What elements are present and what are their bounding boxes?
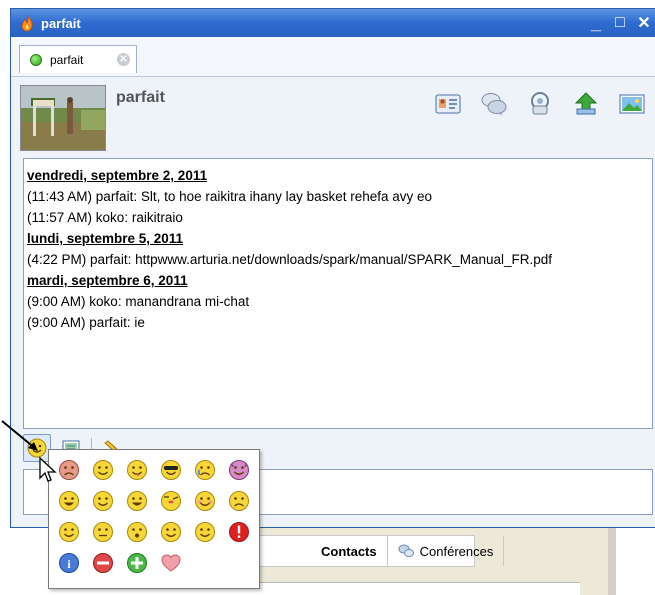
title-bar[interactable]: parfait _ □ ✕ — [11, 9, 655, 37]
message-text: ie — [134, 315, 145, 330]
blush-emoticon[interactable] — [193, 489, 217, 513]
contacts-window-edge — [608, 525, 616, 595]
alert-emoticon[interactable] — [227, 520, 251, 544]
message-sender: koko: — [95, 210, 129, 225]
chat-message: (4:22 PM) parfait: httpwww.arturia.net/d… — [27, 249, 649, 270]
send-file-icon[interactable] — [571, 90, 601, 118]
message-text: Slt, to hoe raikitra ihany lay basket re… — [140, 189, 433, 204]
screen: Contacts Conférences parfait _ □ ✕ parfa… — [0, 0, 655, 595]
message-time: (9:00 AM) — [27, 294, 86, 309]
close-button[interactable]: ✕ — [634, 13, 654, 33]
message-time: (11:57 AM) — [27, 210, 93, 225]
message-text: raikitraio — [131, 210, 183, 225]
window-title: parfait — [41, 15, 81, 31]
message-time: (4:22 PM) — [27, 252, 87, 267]
grin-emoticon[interactable] — [57, 489, 81, 513]
cry-emoticon[interactable] — [193, 458, 217, 482]
date-heading: mardi, septembre 6, 2011 — [27, 273, 188, 288]
chat-transcript[interactable]: vendredi, septembre 2, 2011 (11:43 AM) p… — [23, 158, 653, 429]
tab-parfait[interactable]: parfait ✕ — [19, 45, 137, 73]
date-heading: lundi, septembre 5, 2011 — [27, 231, 184, 246]
message-sender: koko: — [89, 294, 122, 309]
mouse-cursor-icon — [39, 456, 57, 482]
message-text: manandrana mi-chat — [125, 294, 250, 309]
smile2-emoticon[interactable] — [57, 520, 81, 544]
kiss-emoticon[interactable] — [159, 489, 183, 513]
phone-icon[interactable] — [525, 90, 555, 118]
tab-close-icon[interactable]: ✕ — [117, 53, 130, 66]
devil-emoticon[interactable] — [227, 458, 251, 482]
chat-tab-bar: parfait ✕ — [11, 37, 655, 77]
flame-icon — [21, 14, 33, 32]
tab-parfait-label: parfait — [50, 52, 84, 67]
vcard-icon[interactable] — [433, 90, 463, 118]
minimize-button[interactable]: _ — [586, 13, 606, 33]
message-sender: parfait: — [95, 189, 138, 204]
message-text: httpwww.arturia.net/downloads/spark/manu… — [135, 252, 553, 267]
happy-emoticon[interactable] — [91, 489, 115, 513]
smile3-emoticon[interactable] — [159, 520, 183, 544]
chat-message: (9:00 AM) parfait: ie — [27, 312, 649, 333]
avatar — [20, 85, 106, 151]
maximize-button[interactable]: □ — [610, 13, 630, 33]
message-time: (9:00 AM) — [27, 315, 86, 330]
contacts-window-tabs: Contacts Conférences — [250, 535, 505, 567]
sad-emoticon[interactable] — [227, 489, 251, 513]
message-time: (11:43 AM) — [27, 189, 93, 204]
message-sender: parfait: — [90, 252, 132, 267]
screenshot-icon[interactable] — [617, 90, 647, 118]
online-status-icon — [30, 53, 42, 66]
heart-emoticon[interactable] — [159, 551, 183, 575]
tab-contacts[interactable]: Contacts — [251, 536, 388, 566]
smile-emoticon[interactable] — [91, 458, 115, 482]
tab-conferences[interactable]: Conférences — [388, 536, 505, 566]
message-sender: parfait: — [89, 315, 131, 330]
surprised-emoticon[interactable] — [125, 520, 149, 544]
info-emoticon[interactable]: i — [57, 551, 81, 575]
cool-emoticon[interactable] — [159, 458, 183, 482]
plain-emoticon[interactable] — [91, 520, 115, 544]
contact-header: parfait — [11, 78, 655, 158]
date-heading: vendredi, septembre 2, 2011 — [27, 168, 208, 183]
contact-name: parfait — [116, 89, 165, 106]
plus-emoticon[interactable] — [125, 551, 149, 575]
emoticon-popup: i — [48, 449, 260, 589]
annotation-arrow — [1, 420, 38, 451]
chat-message: (9:00 AM) koko: manandrana mi-chat — [27, 291, 649, 312]
conference-icon — [398, 544, 414, 557]
avatar-photo — [21, 86, 105, 150]
minus-emoticon[interactable] — [91, 551, 115, 575]
wink-emoticon[interactable] — [193, 520, 217, 544]
angry-emoticon[interactable] — [57, 458, 81, 482]
tongue-emoticon[interactable] — [125, 458, 149, 482]
tab-conferences-label: Conférences — [419, 543, 494, 559]
laugh-emoticon[interactable] — [125, 489, 149, 513]
header-toolbar — [433, 90, 647, 118]
chat-message: (11:43 AM) parfait: Slt, to hoe raikitra… — [27, 186, 649, 207]
tab-contacts-label: Contacts — [321, 543, 377, 559]
chat-message: (11:57 AM) koko: raikitraio — [27, 207, 649, 228]
chat-history-icon[interactable] — [479, 90, 509, 118]
